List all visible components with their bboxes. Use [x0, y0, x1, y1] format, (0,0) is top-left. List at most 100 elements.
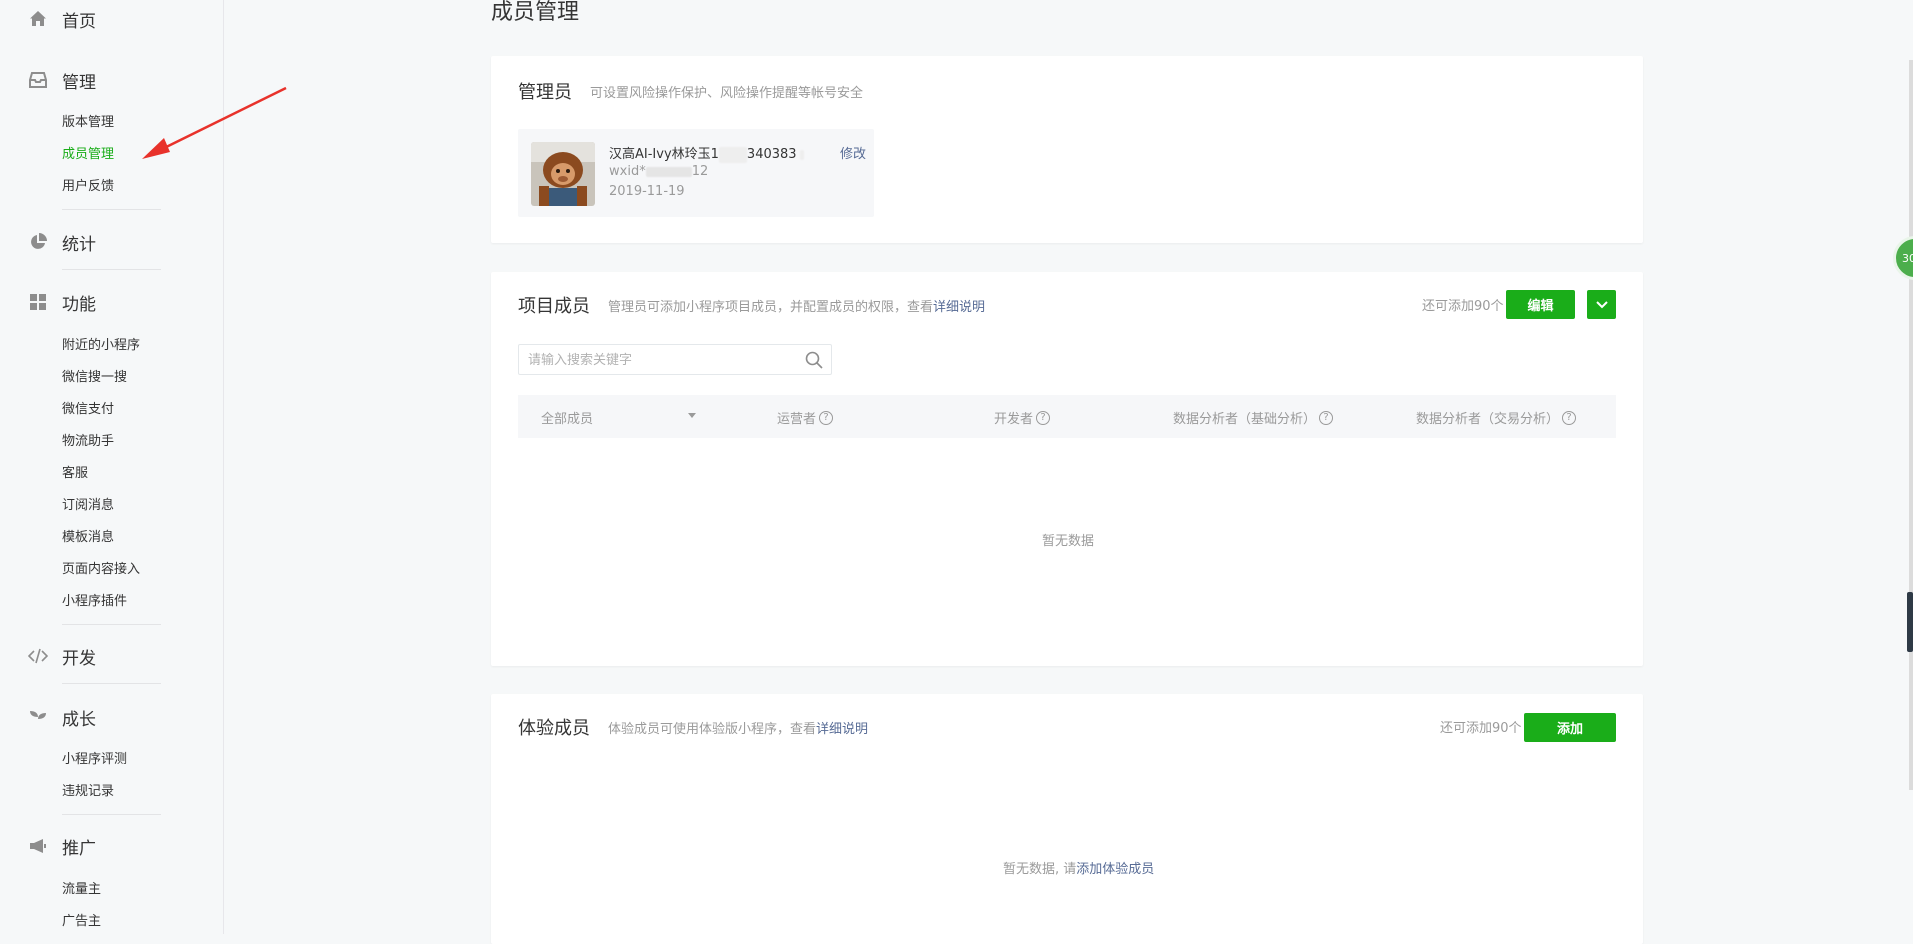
home-icon	[28, 9, 48, 29]
nav-stats[interactable]: 统计	[0, 227, 223, 257]
search-icon[interactable]	[805, 351, 823, 373]
edit-dropdown-button[interactable]	[1587, 290, 1616, 319]
project-members-subtitle-text: 管理员可添加小程序项目成员，并配置成员的权限，查看	[608, 300, 934, 315]
admin-wxid-prefix: wxid*	[609, 164, 646, 179]
nav-manage-label: 管理	[62, 72, 96, 93]
project-members-title: 项目成员	[518, 296, 590, 317]
project-members-card: 项目成员 管理员可添加小程序项目成员，并配置成员的权限，查看详细说明 还可添加9…	[491, 272, 1643, 666]
trial-empty-prefix: 暂无数据, 请	[1003, 862, 1077, 877]
trial-members-quota: 还可添加90个	[1440, 721, 1522, 736]
page-title: 成员管理	[491, 0, 580, 25]
column-analyst-basic: 数据分析者（基础分析）?	[1173, 408, 1334, 427]
member-search	[518, 344, 832, 376]
nav-features-label: 功能	[62, 294, 96, 315]
nav-item-miniprogram-evaluation[interactable]: 小程序评测	[62, 750, 127, 770]
nav-divider	[62, 683, 161, 684]
nav-item-user-feedback[interactable]: 用户反馈	[62, 177, 114, 197]
nav-features[interactable]: 功能	[0, 287, 223, 317]
scrollbar-handle[interactable]	[1907, 592, 1913, 652]
nav-divider	[62, 269, 161, 270]
project-members-subtitle: 管理员可添加小程序项目成员，并配置成员的权限，查看详细说明	[608, 296, 985, 315]
admin-name-prefix: 汉高AI-Ivy林玲玉1	[609, 147, 719, 162]
column-developer-label: 开发者	[994, 412, 1034, 427]
admin-subtitle: 可设置风险操作保护、风险操作提醒等帐号安全	[590, 86, 864, 101]
redaction-mark	[799, 149, 804, 160]
column-analyst-basic-label: 数据分析者（基础分析）	[1173, 412, 1317, 427]
nav-home-label: 首页	[62, 11, 96, 32]
project-members-quota: 还可添加90个	[1422, 299, 1504, 314]
nav-item-violation-record[interactable]: 违规记录	[62, 782, 114, 802]
admin-wxid-suffix: 12	[691, 164, 709, 179]
nav-growth[interactable]: 成长	[0, 702, 223, 732]
redaction-mark	[645, 166, 692, 177]
code-icon	[28, 646, 48, 666]
megaphone-icon	[28, 836, 48, 856]
help-icon[interactable]: ?	[1319, 410, 1334, 425]
help-icon[interactable]: ?	[1036, 410, 1051, 425]
nav-promote-label: 推广	[62, 838, 96, 859]
help-icon[interactable]: ?	[1562, 410, 1577, 425]
trial-members-subtitle-text: 体验成员可使用体验版小程序，查看	[608, 722, 817, 737]
column-operator-label: 运营者	[777, 412, 817, 427]
members-table-header: 全部成员 运营者? 开发者? 数据分析者（基础分析）? 数据分析者（交易分析）?	[518, 395, 1616, 438]
pie-chart-icon	[28, 232, 48, 252]
edit-members-button[interactable]: 编辑	[1506, 290, 1575, 319]
nav-item-advertiser[interactable]: 广告主	[62, 912, 101, 932]
nav-home[interactable]: 首页	[0, 4, 223, 34]
project-members-detail-link[interactable]: 详细说明	[933, 300, 985, 315]
admin-edit-link[interactable]: 修改	[840, 143, 866, 162]
trial-members-subtitle: 体验成员可使用体验版小程序，查看详细说明	[608, 718, 868, 737]
add-trial-member-button[interactable]: 添加	[1524, 713, 1616, 742]
nav-item-member-manage[interactable]: 成员管理	[62, 145, 114, 165]
admin-info-box: 汉高AI-Ivy林玲玉1 340383 wxid* 12 2019-11-19 修改	[518, 129, 874, 217]
chevron-down-icon	[1595, 300, 1608, 308]
nav-item-customer-service[interactable]: 客服	[62, 464, 88, 484]
nav-growth-label: 成长	[62, 709, 96, 730]
sprout-icon	[28, 707, 48, 727]
nav-item-logistics[interactable]: 物流助手	[62, 432, 114, 452]
nav-item-nearby-miniprogram[interactable]: 附近的小程序	[62, 336, 140, 356]
admin-name-suffix: 340383	[746, 147, 797, 162]
inbox-icon	[28, 70, 48, 90]
column-operator: 运营者?	[777, 408, 834, 427]
trial-members-title: 体验成员	[518, 718, 590, 739]
admin-card: 管理员 可设置风险操作保护、风险操作提醒等帐号安全 汉高AI-Ivy林玲玉1 34…	[491, 56, 1643, 243]
admin-name: 汉高AI-Ivy林玲玉1 340383	[609, 143, 804, 163]
nav-item-page-content[interactable]: 页面内容接入	[62, 560, 140, 580]
admin-date: 2019-11-19	[609, 184, 685, 199]
nav-divider	[62, 209, 161, 210]
member-search-input[interactable]	[519, 345, 800, 376]
trial-members-detail-link[interactable]: 详细说明	[816, 722, 868, 737]
member-filter-select[interactable]: 全部成员	[541, 408, 696, 427]
column-developer: 开发者?	[994, 408, 1051, 427]
nav-item-plugins[interactable]: 小程序插件	[62, 592, 127, 612]
nav-item-subscribe-message[interactable]: 订阅消息	[62, 496, 114, 516]
members-empty-text: 暂无数据	[1042, 534, 1095, 549]
nav-item-version-manage[interactable]: 版本管理	[62, 113, 114, 133]
member-filter-label: 全部成员	[541, 412, 594, 427]
annotation-arrow-icon	[142, 86, 287, 159]
nav-divider	[62, 814, 161, 815]
trial-members-card: 体验成员 体验成员可使用体验版小程序，查看详细说明 还可添加90个 添加 暂无数…	[491, 694, 1643, 944]
avatar	[531, 142, 595, 206]
nav-stats-label: 统计	[62, 234, 96, 255]
scrollbar-track[interactable]	[1909, 60, 1913, 790]
add-trial-member-link[interactable]: 添加体验成员	[1076, 862, 1154, 877]
nav-item-wechat-pay[interactable]: 微信支付	[62, 400, 114, 420]
column-analyst-trade-label: 数据分析者（交易分析）	[1416, 412, 1560, 427]
column-analyst-trade: 数据分析者（交易分析）?	[1416, 408, 1577, 427]
nav-divider	[62, 624, 161, 625]
trial-empty-text: 暂无数据, 请添加体验成员	[1003, 858, 1154, 877]
redaction-mark	[718, 146, 747, 163]
nav-item-traffic-owner[interactable]: 流量主	[62, 880, 101, 900]
floating-badge[interactable]: 30	[1893, 236, 1913, 280]
nav-promote[interactable]: 推广	[0, 831, 223, 861]
help-icon[interactable]: ?	[819, 410, 834, 425]
nav-develop[interactable]: 开发	[0, 641, 223, 671]
nav-item-template-message[interactable]: 模板消息	[62, 528, 114, 548]
admin-title: 管理员	[518, 82, 572, 103]
nav-develop-label: 开发	[62, 648, 96, 669]
caret-down-icon	[688, 413, 696, 418]
nav-item-wechat-search[interactable]: 微信搜一搜	[62, 368, 127, 388]
grid-icon	[28, 292, 48, 312]
